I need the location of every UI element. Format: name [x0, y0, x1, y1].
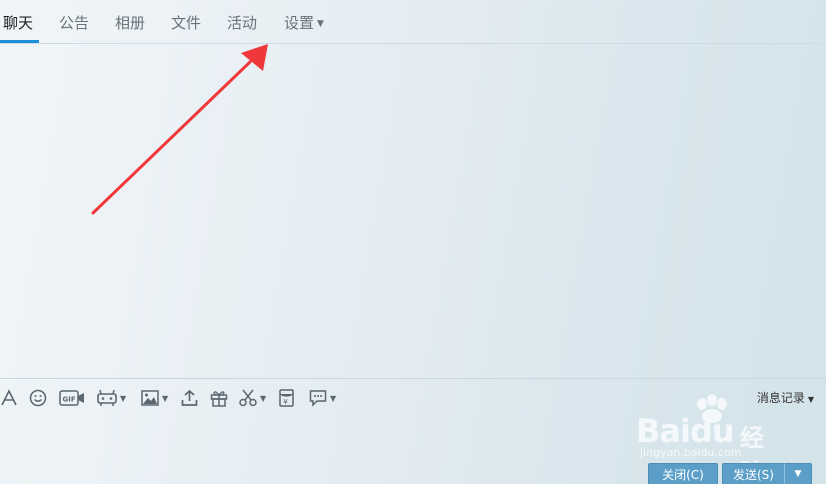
magic-expression-icon[interactable]: ▼ — [97, 388, 126, 408]
chevron-down-icon: ▼ — [162, 393, 169, 403]
chevron-down-icon: ▼ — [794, 469, 802, 479]
message-input[interactable] — [0, 417, 826, 462]
chevron-down-icon: ▼ — [807, 395, 814, 404]
svg-text:¥: ¥ — [283, 398, 288, 406]
send-options-button[interactable]: ▼ — [784, 463, 812, 484]
emoji-icon[interactable] — [29, 388, 47, 408]
input-toolbar: GIF ▼ ▼ ▼ ¥ ▼ 消息记录 ▼ — [0, 378, 826, 416]
chevron-down-icon: ▼ — [120, 393, 127, 403]
send-button[interactable]: 发送(S) — [722, 463, 784, 484]
chevron-down-icon: ▼ — [330, 393, 337, 403]
svg-text:GIF: GIF — [63, 396, 76, 404]
chevron-down-icon: ▼ — [260, 393, 267, 403]
image-icon[interactable]: ▼ — [141, 388, 168, 408]
chat-bubble-icon[interactable]: ▼ — [309, 388, 336, 408]
scissors-icon[interactable]: ▼ — [239, 388, 266, 408]
gift-icon[interactable] — [210, 388, 228, 408]
upload-icon[interactable] — [181, 388, 198, 408]
close-button[interactable]: 关闭(C) — [648, 463, 718, 484]
font-icon[interactable] — [1, 388, 17, 408]
red-packet-icon[interactable]: ¥ — [279, 388, 294, 408]
message-history-button[interactable]: 消息记录 ▼ — [757, 389, 814, 406]
message-history-label: 消息记录 — [756, 391, 805, 405]
gif-icon[interactable]: GIF — [59, 388, 85, 408]
